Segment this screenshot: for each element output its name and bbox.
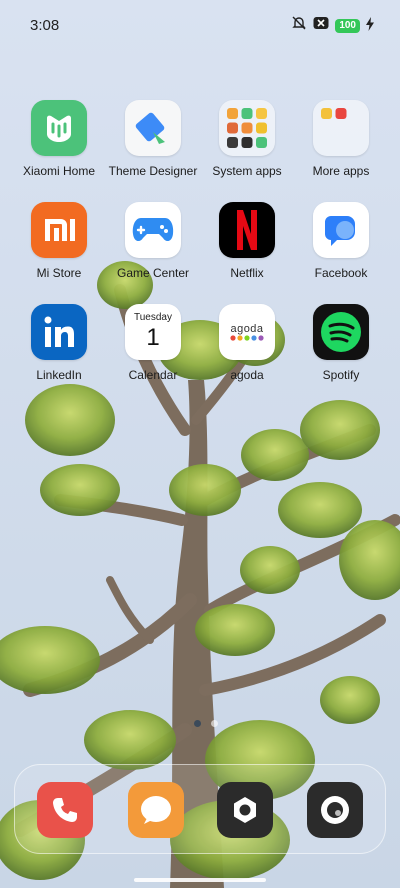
calendar-day: 1 [146, 324, 160, 351]
calendar-weekday: Tuesday [134, 312, 172, 323]
xiaomi-home-icon [31, 100, 87, 156]
app-spotify[interactable]: Spotify [293, 304, 389, 382]
messages-icon[interactable] [128, 782, 184, 838]
calendar-icon: Tuesday 1 [125, 304, 181, 360]
app-label: Theme Designer [108, 164, 198, 178]
more-apps-folder-icon [313, 100, 369, 156]
app-label: agoda [230, 368, 264, 382]
theme-designer-icon [125, 100, 181, 156]
app-xiaomi-home[interactable]: Xiaomi Home [11, 100, 107, 178]
agoda-logo-text: agoda [230, 323, 264, 335]
facebook-icon [313, 202, 369, 258]
home-indicator[interactable] [134, 878, 266, 882]
status-icons: 100 [291, 16, 374, 35]
netflix-icon [219, 202, 275, 258]
page-dot-2[interactable] [211, 720, 218, 727]
app-label: System apps [212, 164, 282, 178]
camera-icon[interactable] [307, 782, 363, 838]
app-linkedin[interactable]: LinkedIn [11, 304, 107, 382]
app-label: LinkedIn [36, 368, 82, 382]
spotify-icon [313, 304, 369, 360]
agoda-icon: agoda [219, 304, 275, 360]
game-center-icon [125, 202, 181, 258]
app-game-center[interactable]: Game Center [105, 202, 201, 280]
app-label: Spotify [322, 368, 360, 382]
app-facebook[interactable]: Facebook [293, 202, 389, 280]
settings-icon[interactable] [217, 782, 273, 838]
mi-store-icon [31, 202, 87, 258]
app-label: Xiaomi Home [22, 164, 96, 178]
app-label: Facebook [314, 266, 368, 280]
folder-system-apps[interactable]: System apps [199, 100, 295, 178]
app-theme-designer[interactable]: Theme Designer [105, 100, 201, 178]
agoda-dots [230, 335, 264, 341]
battery-indicator: 100 [335, 18, 360, 33]
app-label: Mi Store [36, 266, 82, 280]
charging-bolt-icon [366, 17, 374, 34]
app-label: Netflix [230, 266, 264, 280]
mute-icon [291, 16, 307, 35]
status-bar: 3:08 100 [0, 0, 400, 52]
phone-icon[interactable] [37, 782, 93, 838]
dock [14, 764, 386, 854]
linkedin-icon [31, 304, 87, 360]
app-label: Calendar [128, 368, 178, 382]
page-dot-1[interactable] [194, 720, 201, 727]
no-signal-icon [313, 16, 329, 35]
app-calendar[interactable]: Tuesday 1 Calendar [105, 304, 201, 382]
app-netflix[interactable]: Netflix [199, 202, 295, 280]
app-label: More apps [312, 164, 370, 178]
app-label: Game Center [116, 266, 190, 280]
app-mi-store[interactable]: Mi Store [11, 202, 107, 280]
system-apps-folder-icon [219, 100, 275, 156]
page-indicator[interactable] [194, 720, 218, 727]
folder-more-apps[interactable]: More apps [293, 100, 389, 178]
clock: 3:08 [30, 17, 60, 34]
app-agoda[interactable]: agoda agoda [199, 304, 295, 382]
